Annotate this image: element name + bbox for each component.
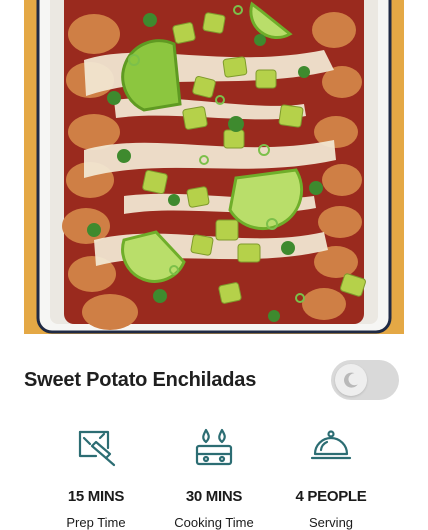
prep-knife-icon [78, 430, 116, 467]
stat-prep-time: 15 MINS Prep Time [31, 424, 161, 530]
stat-value: 15 MINS [67, 488, 125, 505]
serving-cloche-icon [310, 430, 352, 460]
recipe-hero-image [24, 0, 404, 334]
moon-icon [344, 372, 358, 388]
recipe-title: Sweet Potato Enchiladas [24, 369, 257, 391]
stat-value: 30 MINS [185, 488, 243, 505]
stove-burner-icon [195, 428, 233, 466]
stat-value: 4 PEOPLE [295, 488, 367, 505]
dark-mode-toggle[interactable] [331, 360, 399, 400]
toggle-knob [335, 364, 367, 396]
stat-serving: 4 PEOPLE Serving [266, 424, 396, 530]
stat-cooking-time: 30 MINS Cooking Time [149, 424, 279, 530]
